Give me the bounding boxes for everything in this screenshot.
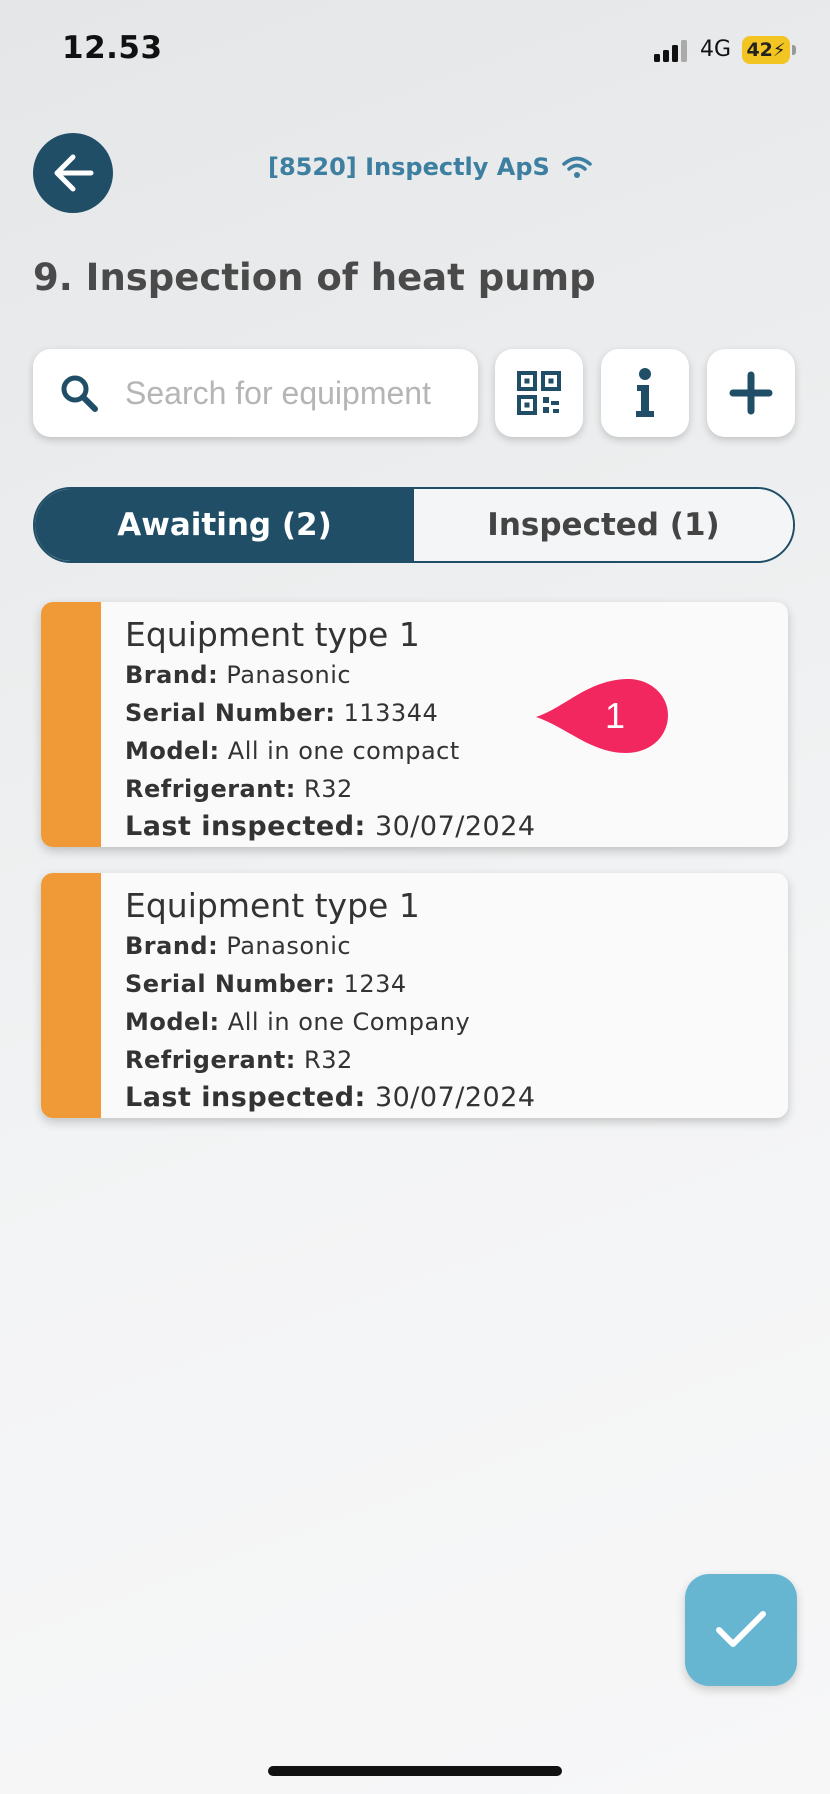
brand-value: Panasonic — [226, 932, 352, 960]
last-inspected-row: Last inspected: 30/07/2024 — [125, 808, 536, 846]
refrigerant-label: Refrigerant: — [125, 1046, 296, 1074]
brand-label: Brand: — [125, 932, 219, 960]
page-title: 9. Inspection of heat pump — [33, 256, 596, 299]
charging-icon: ⚡︎ — [772, 39, 786, 61]
serial-row: Serial Number: 113344 — [125, 694, 536, 732]
equipment-type: Equipment type 1 — [125, 615, 420, 654]
model-value: All in one Company — [227, 1008, 471, 1036]
info-icon — [636, 368, 654, 417]
brand-row: Brand: Panasonic — [125, 927, 536, 965]
status-tabs: Awaiting (2) Inspected (1) — [33, 487, 795, 563]
brand-value: Panasonic — [226, 661, 352, 689]
equipment-card[interactable]: Equipment type 1 Brand: Panasonic Serial… — [41, 873, 788, 1118]
search-bar[interactable] — [33, 349, 478, 437]
battery-indicator: 42 ⚡︎ — [742, 36, 790, 64]
status-time: 12.53 — [62, 30, 163, 66]
last-inspected-value: 30/07/2024 — [374, 1082, 536, 1113]
plus-icon — [729, 371, 773, 415]
signal-icon — [654, 40, 687, 62]
equipment-card[interactable]: Equipment type 1 Brand: Panasonic Serial… — [41, 602, 788, 847]
checkmark-icon — [716, 1611, 766, 1647]
network-label: 4G — [700, 37, 732, 62]
complete-inspection-button[interactable] — [685, 1574, 797, 1686]
tab-inspected[interactable]: Inspected (1) — [414, 489, 793, 561]
scan-qr-button[interactable] — [495, 349, 583, 437]
step-marker: 1 — [536, 678, 668, 753]
last-inspected-value: 30/07/2024 — [374, 811, 536, 842]
brand-label: Brand: — [125, 661, 219, 689]
last-inspected-label: Last inspected: — [125, 1082, 366, 1113]
refrigerant-label: Refrigerant: — [125, 775, 296, 803]
brand-row: Brand: Panasonic — [125, 656, 536, 694]
qr-code-icon — [517, 371, 561, 415]
serial-label: Serial Number: — [125, 699, 336, 727]
back-arrow-icon — [54, 154, 94, 192]
refrigerant-value: R32 — [304, 775, 353, 803]
refrigerant-row: Refrigerant: R32 — [125, 1041, 536, 1079]
model-label: Model: — [125, 1008, 220, 1036]
search-input[interactable] — [123, 373, 467, 413]
battery-cap — [792, 45, 796, 55]
refrigerant-row: Refrigerant: R32 — [125, 770, 536, 808]
status-stripe — [41, 873, 101, 1118]
serial-value: 113344 — [343, 699, 439, 727]
back-button[interactable] — [33, 133, 113, 213]
card-details: Equipment type 1 Brand: Panasonic Serial… — [125, 614, 536, 846]
model-label: Model: — [125, 737, 220, 765]
step-marker-number: 1 — [605, 695, 625, 736]
model-row: Model: All in one compact — [125, 732, 536, 770]
home-indicator[interactable] — [268, 1766, 562, 1776]
organization-name: [8520] Inspectly ApS — [268, 153, 550, 181]
model-value: All in one compact — [227, 737, 460, 765]
info-button[interactable] — [601, 349, 689, 437]
add-equipment-button[interactable] — [707, 349, 795, 437]
search-icon — [61, 375, 98, 412]
status-stripe — [41, 602, 101, 847]
card-details: Equipment type 1 Brand: Panasonic Serial… — [125, 885, 536, 1117]
wifi-icon — [562, 156, 592, 178]
last-inspected-label: Last inspected: — [125, 811, 366, 842]
equipment-type: Equipment type 1 — [125, 886, 420, 925]
model-row: Model: All in one Company — [125, 1003, 536, 1041]
tab-awaiting[interactable]: Awaiting (2) — [35, 489, 414, 561]
serial-label: Serial Number: — [125, 970, 336, 998]
serial-value: 1234 — [343, 970, 407, 998]
organization-label: [8520] Inspectly ApS — [268, 153, 592, 181]
serial-row: Serial Number: 1234 — [125, 965, 536, 1003]
last-inspected-row: Last inspected: 30/07/2024 — [125, 1079, 536, 1117]
battery-level: 42 — [746, 39, 773, 61]
refrigerant-value: R32 — [304, 1046, 353, 1074]
